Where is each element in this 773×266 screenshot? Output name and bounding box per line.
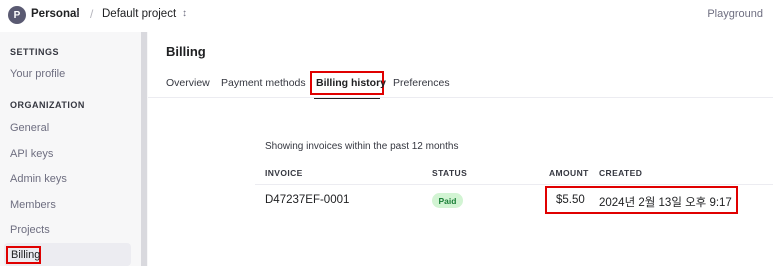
sidebar-item-admin-keys[interactable]: Admin keys [10, 173, 67, 185]
org-selector[interactable]: Personal [31, 8, 80, 20]
invoice-created-date: 2024년 2월 13일 오후 9:17 [599, 197, 732, 209]
tab-billing-history[interactable]: Billing history [316, 77, 386, 89]
invoices-caption: Showing invoices within the past 12 mont… [265, 141, 459, 152]
tab-payment-methods[interactable]: Payment methods [221, 77, 306, 89]
invoice-id[interactable]: D47237EF-0001 [265, 194, 349, 206]
page-title: Billing [166, 44, 206, 59]
status-badge: Paid [432, 193, 463, 208]
invoice-amount: $5.50 [556, 194, 585, 206]
tabs-divider [148, 97, 773, 98]
column-header-created: CREATED [599, 168, 643, 178]
chevron-updown-icon[interactable]: ↕ [182, 8, 187, 19]
chevron-updown-icon[interactable]: ↕ [75, 8, 80, 19]
tab-overview[interactable]: Overview [166, 77, 210, 89]
sidebar-item-billing[interactable]: Billing [6, 246, 41, 264]
tab-preferences[interactable]: Preferences [393, 77, 450, 89]
column-header-status: STATUS [432, 168, 468, 178]
org-avatar[interactable]: P [8, 6, 26, 24]
table-header-divider [255, 184, 773, 185]
sidebar-item-projects[interactable]: Projects [10, 224, 50, 236]
sidebar-heading-organization: ORGANIZATION [10, 100, 85, 110]
project-selector[interactable]: Default project [102, 8, 176, 20]
sidebar-item-members[interactable]: Members [10, 199, 56, 211]
sidebar-item-api-keys[interactable]: API keys [10, 148, 53, 160]
playground-link[interactable]: Playground [707, 8, 763, 20]
top-bar: P Personal ↕ / Default project ↕ Playgro… [0, 0, 773, 32]
sidebar-heading-settings: SETTINGS [10, 47, 60, 57]
sidebar-item-your-profile[interactable]: Your profile [10, 68, 65, 80]
sidebar-item-general[interactable]: General [10, 122, 49, 134]
column-header-amount: AMOUNT [549, 168, 589, 178]
sidebar-scrollbar[interactable] [141, 32, 147, 266]
breadcrumb-separator: / [90, 7, 94, 21]
column-header-invoice: INVOICE [265, 168, 303, 178]
